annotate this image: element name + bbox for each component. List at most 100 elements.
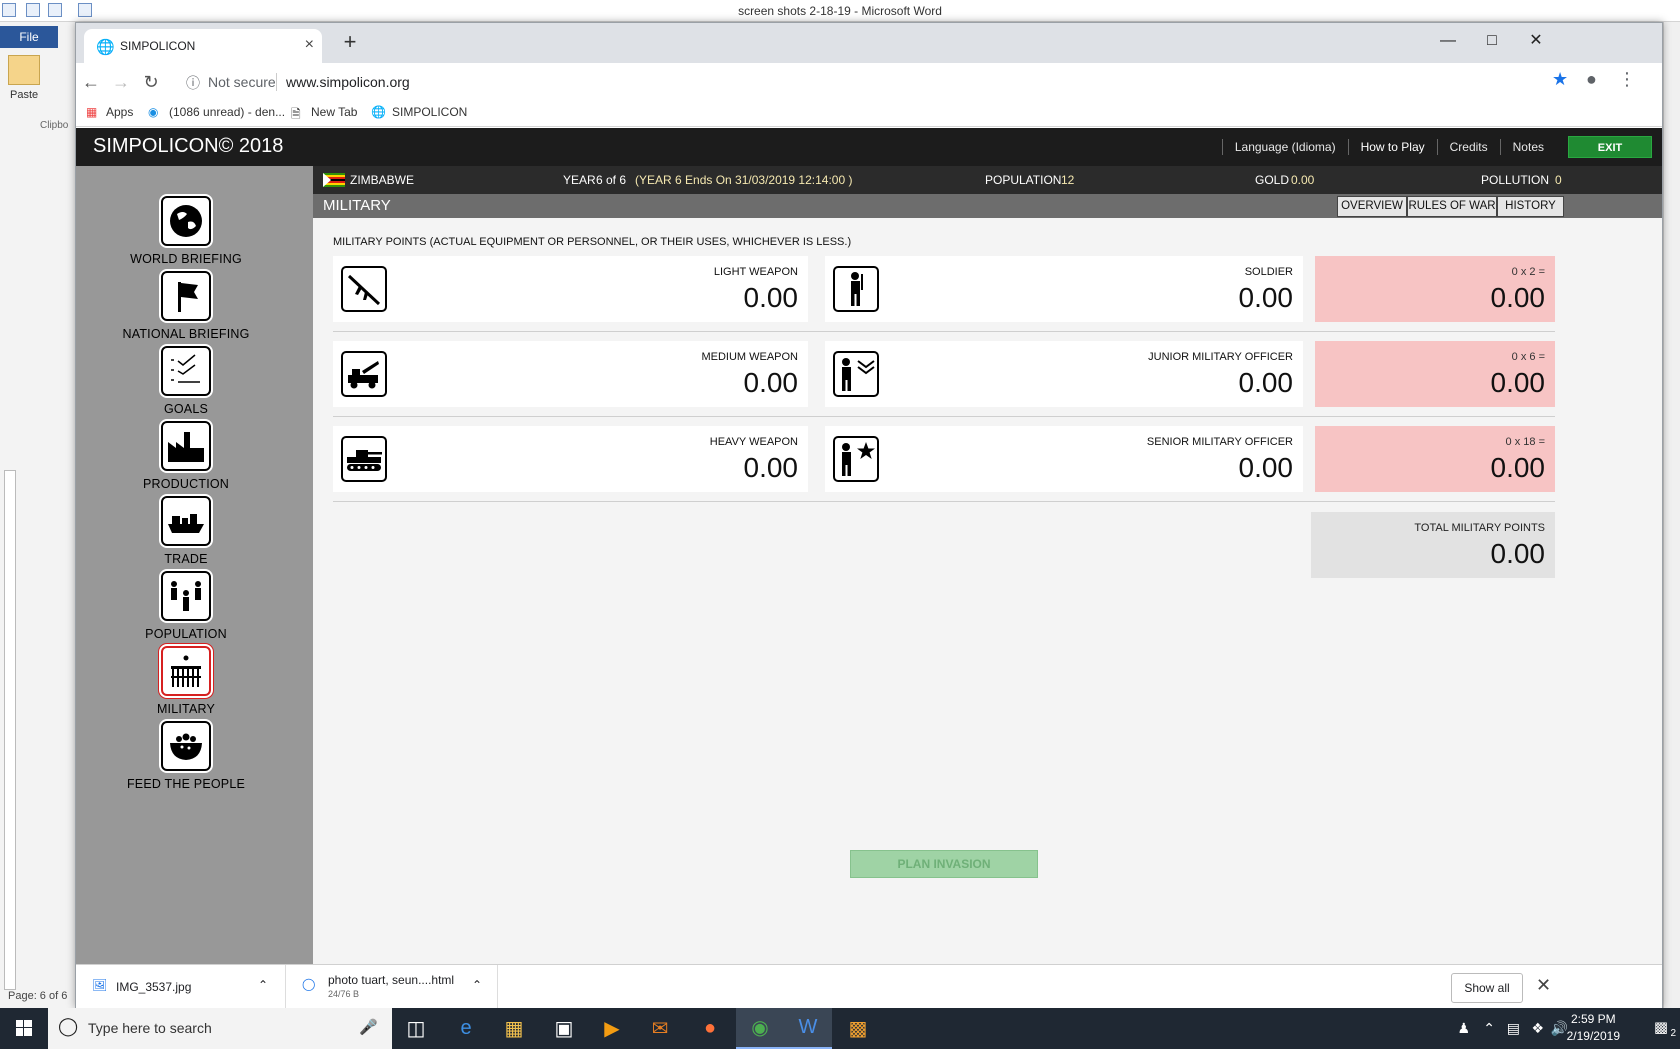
- soldier-label: SOLDIER: [1244, 266, 1293, 278]
- game-sidebar: WORLD BRIEFING NATIONAL BRIEFING GOALS P…: [76, 166, 313, 964]
- year-value: 6 of 6: [596, 173, 627, 187]
- bookmark-mail[interactable]: (1086 unread) - den...: [169, 105, 285, 119]
- download-filename: photo tuart, seun....html: [328, 973, 455, 987]
- firefox-icon[interactable]: ●: [686, 1008, 734, 1049]
- media-icon[interactable]: ▶: [588, 1008, 636, 1049]
- junior-officer-icon: [833, 351, 879, 397]
- food-bowl-icon: [161, 721, 211, 771]
- file-explorer-icon[interactable]: ▦: [490, 1008, 538, 1049]
- back-button[interactable]: ←: [78, 69, 104, 95]
- sidebar-item-national-briefing[interactable]: NATIONAL BRIEFING: [116, 271, 256, 341]
- url-text[interactable]: www.simpolicon.org: [286, 74, 410, 90]
- outlook-icon[interactable]: ✉: [636, 1008, 684, 1049]
- word-file-tab[interactable]: File: [0, 26, 58, 48]
- row-divider: [333, 416, 1555, 417]
- word-icon[interactable]: W: [784, 1008, 832, 1049]
- junior-officer-multiplier: 0 x 6 =: [1511, 351, 1545, 363]
- close-window-button[interactable]: ✕: [1514, 27, 1558, 55]
- clock-time: 2:59 PM: [1570, 1012, 1616, 1026]
- mail-icon: ◉: [148, 105, 159, 119]
- bookmark-star-icon[interactable]: ★: [1552, 69, 1568, 90]
- bookmark-apps[interactable]: Apps: [106, 105, 133, 119]
- soldier-icon: [833, 266, 879, 312]
- sidebar-item-production[interactable]: PRODUCTION: [116, 421, 256, 491]
- menu-icon[interactable]: ⋮: [1618, 69, 1636, 90]
- chevron-up-icon[interactable]: ⌃: [258, 978, 268, 992]
- total-military-points-box: TOTAL MILITARY POINTS 0.00: [1311, 512, 1555, 578]
- word-page-status: Page: 6 of 6: [8, 990, 68, 1002]
- bookmarks-bar: ▦ Apps ◉ (1086 unread) - den... 🗎 New Ta…: [76, 99, 1662, 127]
- tab-rules-of-war[interactable]: RULES OF WAR: [1407, 196, 1497, 217]
- notifications-icon[interactable]: ▩: [1654, 1018, 1668, 1036]
- menu-notes[interactable]: Notes: [1499, 139, 1556, 155]
- download-item[interactable]: ◯ photo tuart, seun....html 24/76 B ⌃: [292, 965, 498, 1009]
- sidebar-item-world-briefing[interactable]: WORLD BRIEFING: [116, 196, 256, 266]
- browser-tab[interactable]: 🌐 SIMPOLICON ×: [84, 29, 322, 63]
- dropbox-icon[interactable]: ❖: [1531, 1020, 1544, 1037]
- paste-label: Paste: [10, 89, 39, 101]
- paste-icon[interactable]: [8, 55, 40, 85]
- close-tab-icon[interactable]: ×: [305, 36, 314, 54]
- account-icon[interactable]: ●: [1586, 69, 1597, 90]
- start-button[interactable]: [0, 1008, 48, 1049]
- senior-officer-value: 0.00: [1238, 452, 1294, 483]
- show-all-button[interactable]: Show all: [1451, 973, 1523, 1003]
- network-icon[interactable]: ▤: [1507, 1020, 1520, 1037]
- new-tab-button[interactable]: +: [336, 29, 364, 57]
- tab-overview[interactable]: OVERVIEW: [1337, 196, 1407, 217]
- tab-strip: 🌐 SIMPOLICON × + — □ ✕: [76, 23, 1662, 63]
- store-icon[interactable]: ▣: [540, 1008, 588, 1049]
- exit-button[interactable]: EXIT: [1568, 136, 1652, 158]
- plan-invasion-button[interactable]: PLAN INVASION: [850, 850, 1038, 878]
- light-weapon-card: LIGHT WEAPON 0.00: [333, 256, 808, 322]
- menu-how-to-play[interactable]: How to Play: [1347, 139, 1437, 155]
- forward-button[interactable]: →: [108, 69, 134, 95]
- chrome-icon[interactable]: ◉: [736, 1008, 784, 1049]
- sidebar-item-feed-the-people[interactable]: FEED THE PEOPLE: [116, 721, 256, 791]
- menu-credits[interactable]: Credits: [1436, 139, 1500, 155]
- apps-grid-icon[interactable]: ▦: [86, 105, 97, 119]
- sidebar-item-military[interactable]: MILITARY: [116, 646, 256, 716]
- people-icon[interactable]: ♟: [1457, 1020, 1470, 1037]
- windows-taskbar: ◯ Type here to search 🎤 ◫ e ▦ ▣ ▶ ✉ ● ◉ …: [0, 1008, 1680, 1049]
- heavy-weapon-card: HEAVY WEAPON 0.00: [333, 426, 808, 492]
- bookmark-new-tab[interactable]: New Tab: [311, 105, 357, 119]
- minimize-button[interactable]: —: [1426, 27, 1470, 55]
- volume-icon[interactable]: 🔊: [1551, 1020, 1568, 1037]
- menu-language[interactable]: Language (Idioma): [1221, 139, 1348, 155]
- country-name: ZIMBABWE: [350, 173, 415, 187]
- medium-weapon-value: 0.00: [743, 367, 799, 398]
- game-logo: SIMPOLICON© 2018: [93, 135, 284, 157]
- sidebar-label: FEED THE PEOPLE: [126, 777, 246, 791]
- sidebar-item-goals[interactable]: GOALS: [116, 346, 256, 416]
- download-item[interactable]: 🖼 IMG_3537.jpg ⌃: [76, 965, 286, 1009]
- senior-officer-card: SENIOR MILITARY OFFICER 0.00: [825, 426, 1303, 492]
- edge-icon[interactable]: e: [442, 1008, 490, 1049]
- bookmark-simpolicon[interactable]: SIMPOLICON: [392, 105, 467, 119]
- sidebar-item-trade[interactable]: TRADE: [116, 496, 256, 566]
- close-icon[interactable]: ✕: [1536, 975, 1551, 996]
- microphone-icon[interactable]: 🎤: [359, 1018, 378, 1036]
- page-icon: 🗎: [291, 107, 301, 121]
- maximize-button[interactable]: □: [1470, 27, 1514, 55]
- game-viewport: SIMPOLICON© 2018 Language (Idioma) How t…: [76, 128, 1662, 964]
- chevron-up-icon[interactable]: ⌃: [1483, 1020, 1495, 1037]
- html-file-icon: ◯: [302, 977, 316, 991]
- tab-history[interactable]: HISTORY: [1497, 196, 1564, 217]
- reload-button[interactable]: ↻: [138, 69, 164, 95]
- word-window-title: screen shots 2-18-19 - Microsoft Word: [738, 4, 942, 18]
- word-scrollbar[interactable]: [1663, 22, 1680, 1008]
- heavy-weapon-value: 0.00: [743, 452, 799, 483]
- taskbar-search[interactable]: ◯ Type here to search 🎤: [48, 1008, 392, 1049]
- status-bar: ZIMBABWE YEAR 6 of 6 (YEAR 6 Ends On 31/…: [313, 166, 1662, 194]
- info-icon[interactable]: ⓘ: [186, 73, 200, 93]
- chevron-up-icon[interactable]: ⌃: [472, 978, 482, 992]
- clock[interactable]: 2:59 PM 2/19/2019: [1567, 1011, 1620, 1045]
- notification-count: 2: [1670, 1028, 1676, 1039]
- omnibox[interactable]: ⓘ Not secure www.simpolicon.org: [180, 67, 1640, 97]
- sidebar-item-population[interactable]: POPULATION: [116, 571, 256, 641]
- task-view-icon[interactable]: ◫: [392, 1008, 440, 1049]
- app-grid-icon[interactable]: ▩: [834, 1008, 882, 1049]
- sidebar-label: POPULATION: [145, 627, 227, 641]
- rocket-truck-icon: [341, 351, 387, 397]
